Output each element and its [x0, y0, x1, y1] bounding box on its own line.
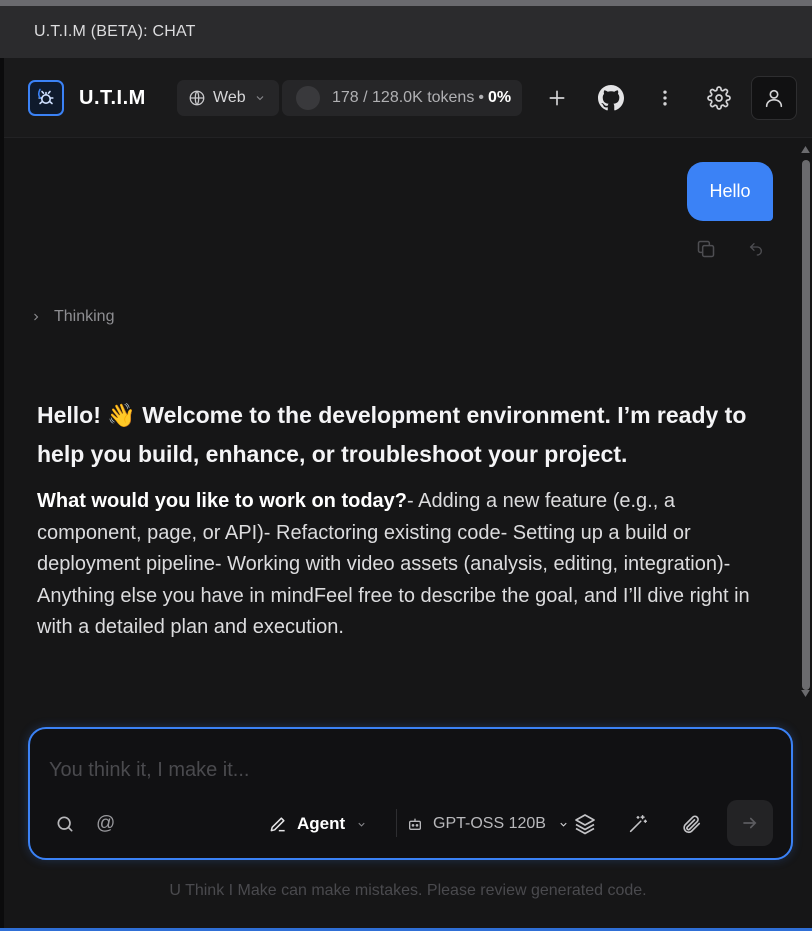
user-profile-button[interactable] — [751, 76, 797, 120]
search-icon — [57, 816, 73, 832]
reply-question: What would you like to work on today? — [37, 490, 407, 512]
scroll-up-arrow[interactable] — [799, 142, 812, 156]
robot-icon — [409, 818, 421, 830]
paperclip-icon — [683, 815, 701, 834]
layers-button[interactable] — [573, 811, 597, 837]
app-header: U.T.I.M Web 178 / 128.0K tokens • 0% — [4, 58, 812, 138]
attach-file-button[interactable] — [680, 811, 702, 837]
more-vertical-icon — [663, 90, 667, 106]
enhance-prompt-button[interactable] — [627, 811, 649, 837]
app-window: U.T.I.M Web 178 / 128.0K tokens • 0% Hel… — [4, 58, 812, 928]
magic-wand-icon — [629, 814, 648, 833]
agent-label: Agent — [297, 814, 346, 833]
pen-icon — [270, 817, 285, 832]
token-usage-percent: 0% — [487, 89, 512, 106]
prompt-input[interactable]: You think it, I make it... — [49, 759, 249, 782]
app-logo — [28, 80, 64, 116]
mode-selector[interactable]: Web — [177, 80, 279, 116]
reply-body: What would you like to work on today?- A… — [37, 486, 777, 644]
send-button[interactable] — [727, 800, 773, 846]
mode-label: Web — [213, 89, 246, 106]
assistant-reply: Hello! 👋 Welcome to the development envi… — [37, 396, 777, 644]
chat-composer[interactable]: You think it, I make it... @ Agent GPT-O… — [28, 727, 793, 860]
model-selector[interactable]: GPT-OSS 120B — [407, 811, 569, 837]
bug-logo-icon — [37, 88, 54, 105]
gear-icon — [707, 86, 731, 110]
arrow-right-icon — [743, 817, 757, 829]
copy-message-button[interactable] — [694, 237, 718, 261]
github-button[interactable] — [597, 84, 625, 112]
thinking-label: Thinking — [54, 308, 115, 325]
chevron-right-icon — [34, 313, 39, 321]
search-button[interactable] — [55, 811, 75, 837]
new-chat-button[interactable] — [543, 84, 571, 112]
github-icon — [598, 85, 624, 111]
chat-scrollbar[interactable] — [799, 142, 812, 702]
token-separator: • — [478, 89, 484, 106]
thinking-toggle[interactable]: Thinking — [30, 308, 114, 326]
chevron-down-icon — [256, 96, 263, 101]
model-label: GPT-OSS 120B — [433, 815, 546, 832]
triangle-down-icon — [801, 689, 810, 697]
undo-icon — [749, 243, 762, 256]
reply-body-text: - Adding a new feature (e.g., a componen… — [37, 490, 750, 638]
triangle-up-icon — [801, 145, 810, 153]
token-usage-indicator: 178 / 128.0K tokens • 0% — [282, 80, 522, 116]
more-options-button[interactable] — [651, 84, 679, 112]
app-brand: U.T.I.M — [79, 87, 146, 109]
chevron-down-icon — [358, 822, 365, 827]
mention-button[interactable]: @ — [96, 811, 115, 837]
user-message-bubble: Hello — [687, 162, 773, 221]
window-titlebar: U.T.I.M (BETA): CHAT — [0, 6, 812, 58]
user-message-text: Hello — [709, 181, 751, 201]
copy-icon — [697, 240, 715, 258]
settings-button[interactable] — [705, 84, 733, 112]
globe-icon — [189, 90, 205, 106]
scroll-down-arrow[interactable] — [799, 686, 812, 700]
window-title: U.T.I.M (BETA): CHAT — [34, 23, 196, 40]
chevron-down-icon — [560, 822, 567, 827]
scroll-thumb[interactable] — [802, 160, 810, 690]
token-usage-ring — [296, 86, 320, 110]
mention-symbol: @ — [96, 813, 116, 834]
agent-selector[interactable]: Agent — [268, 811, 367, 837]
user-icon — [765, 89, 783, 108]
plus-icon — [549, 90, 565, 106]
footer-disclaimer: U Think I Make can make mistakes. Please… — [169, 882, 647, 899]
token-usage-text: 178 / 128.0K tokens — [332, 89, 475, 106]
undo-message-button[interactable] — [744, 237, 768, 261]
reply-heading: Hello! 👋 Welcome to the development envi… — [37, 402, 747, 467]
layers-icon — [575, 814, 595, 835]
composer-divider — [396, 809, 397, 837]
